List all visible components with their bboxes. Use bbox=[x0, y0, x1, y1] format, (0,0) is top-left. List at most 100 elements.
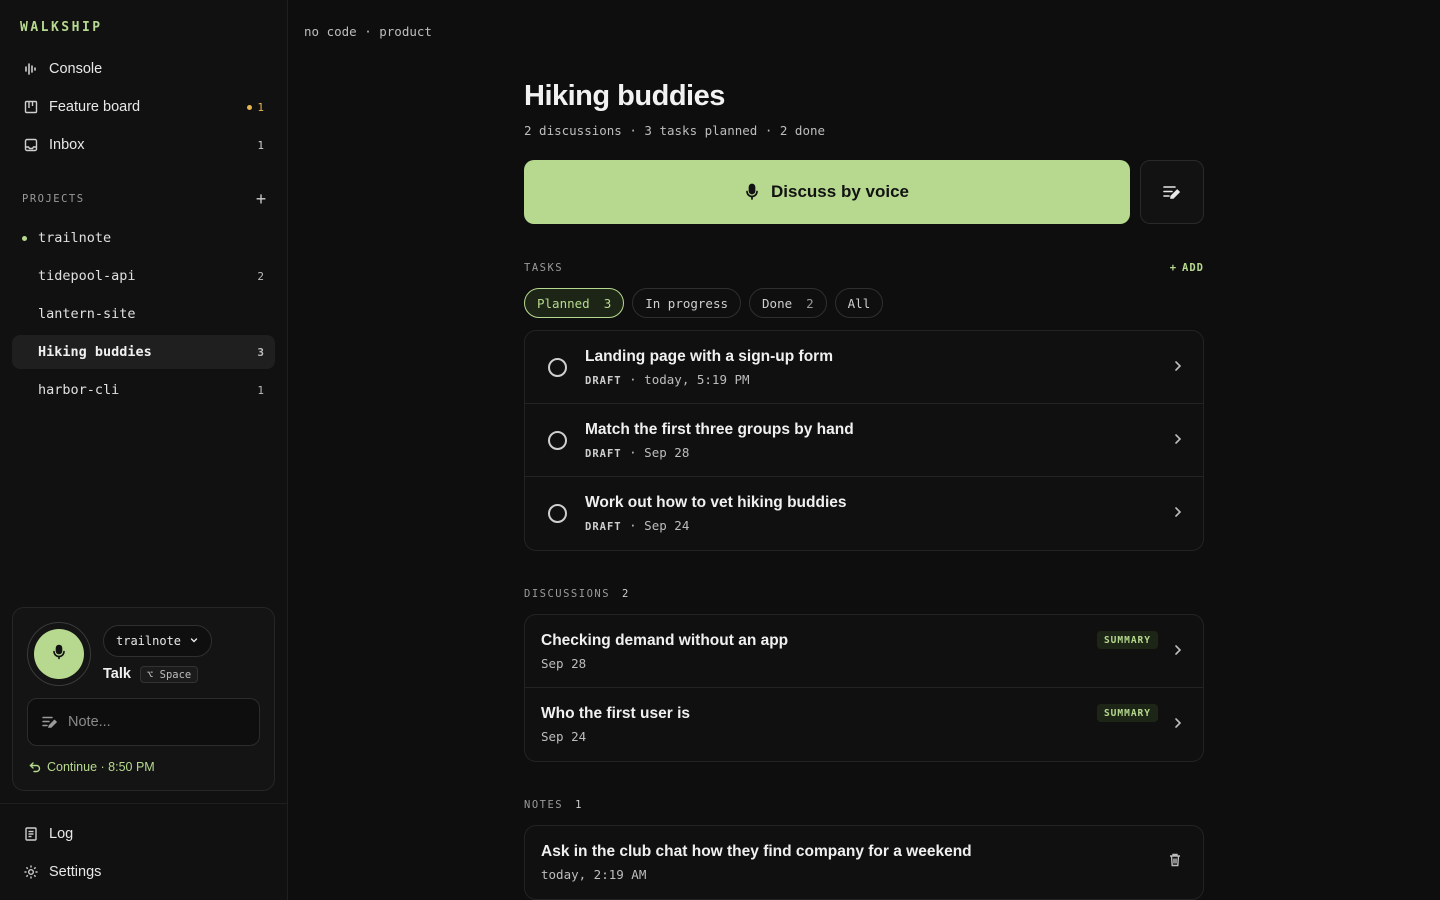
task-row[interactable]: Match the first three groups by hand DRA… bbox=[525, 404, 1203, 477]
nav-feature-board[interactable]: Feature board 1 bbox=[12, 90, 275, 124]
filter-label: In progress bbox=[645, 295, 729, 311]
discussion-list: Checking demand without an app Sep 28 SU… bbox=[524, 614, 1204, 762]
board-icon bbox=[22, 98, 40, 116]
add-project-button[interactable]: + bbox=[250, 188, 272, 210]
note-date: today, 2:19 AM bbox=[541, 867, 647, 882]
project-name: Hiking buddies bbox=[38, 344, 152, 360]
page-title: Hiking buddies bbox=[524, 80, 725, 112]
discussions-section-label: DISCUSSIONS 2 bbox=[524, 588, 630, 600]
task-checkbox[interactable] bbox=[548, 504, 567, 523]
project-count: 2 bbox=[257, 269, 264, 283]
write-note-button[interactable] bbox=[1140, 160, 1204, 224]
discussion-date: Sep 28 bbox=[541, 656, 587, 671]
gear-icon bbox=[22, 863, 40, 881]
task-filters: Planned 3 In progress Done 2 All bbox=[524, 288, 884, 318]
task-checkbox[interactable] bbox=[548, 431, 567, 450]
feature-board-badge: 1 bbox=[247, 101, 264, 114]
summary-badge: SUMMARY bbox=[1096, 704, 1158, 722]
task-date: · Sep 24 bbox=[621, 518, 690, 533]
filter-planned[interactable]: Planned 3 bbox=[524, 288, 625, 318]
chevron-right-icon bbox=[1173, 432, 1183, 451]
continue-link[interactable]: Continue · 8:50 PM bbox=[29, 760, 155, 774]
discuss-by-voice-button[interactable]: Discuss by voice bbox=[524, 160, 1130, 224]
microphone-icon bbox=[745, 183, 759, 201]
discussion-title: Who the first user is bbox=[541, 705, 690, 722]
task-date: · today, 5:19 PM bbox=[621, 372, 750, 387]
nav-log-label: Log bbox=[49, 826, 74, 842]
microphone-icon bbox=[52, 644, 66, 665]
task-row[interactable]: Work out how to vet hiking buddies DRAFT… bbox=[525, 477, 1203, 550]
discussion-row[interactable]: Who the first user is Sep 24 SUMMARY bbox=[525, 688, 1203, 761]
task-row[interactable]: Landing page with a sign-up form DRAFT ·… bbox=[525, 331, 1203, 404]
discuss-by-voice-label: Discuss by voice bbox=[771, 182, 909, 201]
plus-icon: + bbox=[1169, 262, 1178, 274]
brand-logo[interactable]: WALKSHIP bbox=[20, 20, 103, 35]
nav-inbox[interactable]: Inbox 1 bbox=[12, 128, 275, 162]
note-input[interactable] bbox=[68, 714, 248, 730]
task-title: Work out how to vet hiking buddies bbox=[585, 494, 847, 511]
nav-settings-label: Settings bbox=[49, 864, 102, 880]
discussion-row[interactable]: Checking demand without an app Sep 28 SU… bbox=[525, 615, 1203, 688]
trash-icon[interactable] bbox=[1169, 853, 1181, 872]
task-date: · Sep 28 bbox=[621, 445, 690, 460]
filter-count: 3 bbox=[603, 295, 612, 311]
talk-label: Talk bbox=[103, 666, 131, 682]
note-field[interactable] bbox=[27, 698, 260, 746]
filter-done[interactable]: Done 2 bbox=[749, 288, 827, 318]
task-title: Landing page with a sign-up form bbox=[585, 348, 833, 365]
project-item-trailnote[interactable]: trailnote bbox=[12, 221, 275, 255]
projects-section-label: PROJECTS bbox=[22, 193, 85, 205]
nav-settings[interactable]: Settings bbox=[12, 855, 275, 889]
tasks-section-label: TASKS bbox=[524, 262, 563, 274]
chevron-right-icon bbox=[1173, 716, 1183, 735]
project-count: 1 bbox=[257, 383, 264, 397]
note-edit-icon bbox=[42, 715, 58, 729]
inbox-icon bbox=[22, 136, 40, 154]
nav-log[interactable]: Log bbox=[12, 817, 275, 851]
notes-count: 1 bbox=[575, 799, 583, 811]
sidebar: WALKSHIP Console Feature board 1 Inbox 1… bbox=[0, 0, 288, 900]
note-row[interactable]: Ask in the club chat how they find compa… bbox=[525, 826, 1203, 899]
project-item-tidepool-api[interactable]: tidepool-api 2 bbox=[12, 259, 275, 293]
task-list: Landing page with a sign-up form DRAFT ·… bbox=[524, 330, 1204, 551]
tasks-label: TASKS bbox=[524, 262, 564, 274]
add-task-button[interactable]: + ADD bbox=[1170, 262, 1204, 274]
nav-console-label: Console bbox=[49, 61, 103, 77]
nav-console[interactable]: Console bbox=[12, 52, 275, 86]
task-title: Match the first three groups by hand bbox=[585, 421, 854, 438]
talk-project-value: trailnote bbox=[116, 634, 182, 648]
talk-shortcut-badge: ⌥ Space bbox=[140, 666, 199, 683]
mic-ring bbox=[27, 622, 91, 686]
add-task-label: ADD bbox=[1182, 262, 1204, 274]
task-meta: DRAFT · today, 5:19 PM bbox=[585, 372, 750, 387]
filter-count: 2 bbox=[806, 295, 814, 311]
talk-mic-button[interactable] bbox=[34, 629, 84, 679]
project-item-harbor-cli[interactable]: harbor-cli 1 bbox=[12, 373, 275, 407]
task-status: DRAFT bbox=[585, 448, 622, 460]
page-subtitle: 2 discussions · 3 tasks planned · 2 done bbox=[524, 123, 826, 138]
filter-all[interactable]: All bbox=[834, 288, 884, 318]
task-status: DRAFT bbox=[585, 521, 622, 533]
filter-in-progress[interactable]: In progress bbox=[632, 288, 742, 318]
task-status: DRAFT bbox=[585, 375, 622, 387]
chevron-down-icon bbox=[189, 634, 199, 648]
task-meta: DRAFT · Sep 28 bbox=[585, 445, 689, 460]
continue-label: Continue · 8:50 PM bbox=[47, 760, 155, 774]
discussions-label: DISCUSSIONS bbox=[524, 588, 611, 600]
talk-project-select[interactable]: trailnote bbox=[103, 625, 213, 657]
project-item-hiking-buddies[interactable]: Hiking buddies 3 bbox=[12, 335, 275, 369]
discussion-title: Checking demand without an app bbox=[541, 632, 789, 649]
project-name: tidepool-api bbox=[38, 268, 136, 284]
inbox-count: 1 bbox=[257, 138, 264, 152]
filter-label: All bbox=[847, 295, 871, 311]
task-checkbox[interactable] bbox=[548, 358, 567, 377]
summary-badge: SUMMARY bbox=[1096, 631, 1158, 649]
discussion-date: Sep 24 bbox=[541, 729, 587, 744]
waveform-icon bbox=[22, 60, 40, 78]
project-item-lantern-site[interactable]: lantern-site bbox=[12, 297, 275, 331]
notes-section-label: NOTES 1 bbox=[524, 799, 583, 811]
project-name: lantern-site bbox=[38, 306, 136, 322]
active-dot-icon bbox=[22, 235, 27, 241]
discussions-count: 2 bbox=[622, 588, 630, 600]
chevron-right-icon bbox=[1173, 643, 1183, 662]
